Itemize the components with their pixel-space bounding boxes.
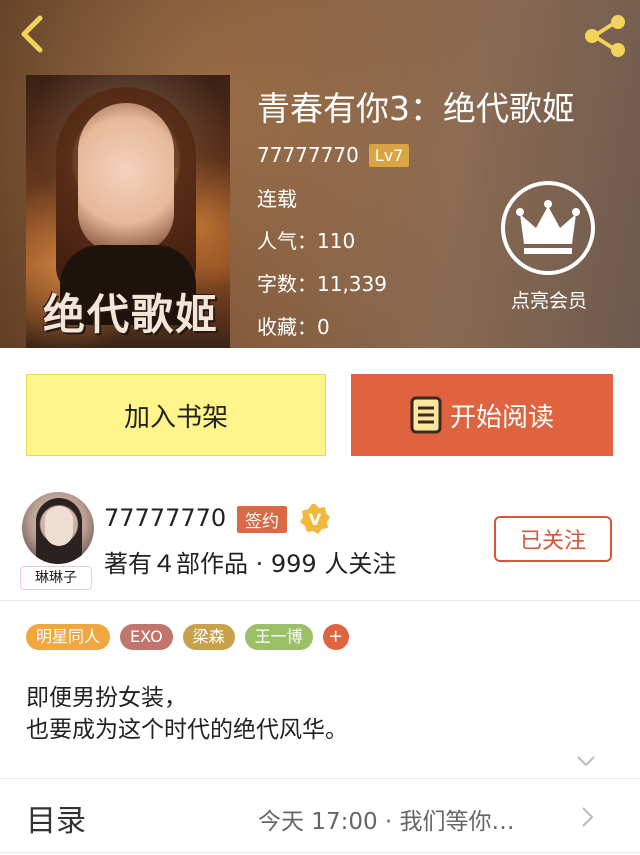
tag-list: 明星同人 EXO 梁森 王一博 + <box>26 624 349 650</box>
expand-chevron-down-icon[interactable] <box>576 754 596 768</box>
cover-title: 绝代歌姬 <box>42 290 219 339</box>
author-row[interactable]: 77777770 Lv7 <box>257 143 410 167</box>
author-avatar[interactable] <box>22 492 94 564</box>
start-reading-label: 开始阅读 <box>449 402 554 433</box>
level-badge: Lv7 <box>368 143 410 167</box>
share-icon <box>585 15 625 57</box>
tag-item[interactable]: 明星同人 <box>26 624 111 650</box>
signed-badge: 签约 <box>237 506 287 533</box>
book-title: 青春有你3：绝代歌姬 <box>257 89 575 128</box>
avatar-tag: 琳琳子 <box>20 566 92 590</box>
toc-label: 目录 <box>26 804 86 839</box>
toc-latest-chapter: 今天 17:00 · 我们等你… <box>258 809 515 835</box>
status-text: 连载 <box>257 187 297 211</box>
book-icon <box>410 396 442 434</box>
tag-item[interactable]: 王一博 <box>244 624 313 650</box>
follow-label: 已关注 <box>519 529 586 554</box>
add-tag-button[interactable]: + <box>322 624 349 650</box>
popularity-text: 人气：110 <box>257 229 356 253</box>
writer-name[interactable]: 77777770 <box>104 504 226 532</box>
back-button[interactable] <box>14 14 54 54</box>
v-badge-text: V <box>309 510 322 529</box>
book-description: 即便男扮女装， 也要成为这个时代的绝代风华。 <box>26 682 348 746</box>
tag-item[interactable]: 梁森 <box>182 624 235 650</box>
favorites-text: 收藏：0 <box>257 315 330 339</box>
vip-label[interactable]: 点亮会员 <box>504 286 594 313</box>
author-name[interactable]: 77777770 <box>257 143 359 167</box>
book-cover[interactable]: 绝代歌姬 <box>26 75 230 348</box>
chevron-right-icon <box>582 807 594 827</box>
share-button[interactable] <box>582 14 628 58</box>
divider <box>0 852 640 853</box>
tag-item[interactable]: EXO <box>120 624 173 650</box>
divider <box>0 778 640 779</box>
add-to-shelf-button[interactable]: 加入书架 <box>26 374 326 456</box>
chevron-left-icon <box>21 15 43 53</box>
word-count-text: 字数：11,339 <box>257 272 387 296</box>
crown-icon <box>501 181 595 275</box>
verified-v-icon: V <box>300 504 330 534</box>
description-line: 即便男扮女装， <box>26 685 187 711</box>
vip-button[interactable] <box>500 180 596 276</box>
book-header: 绝代歌姬 青春有你3：绝代歌姬 77777770 Lv7 连载 人气：110 字… <box>0 0 640 348</box>
follow-button[interactable]: 已关注 <box>494 516 612 562</box>
description-line: 也要成为这个时代的绝代风华。 <box>26 717 348 743</box>
add-to-shelf-label: 加入书架 <box>123 402 228 433</box>
start-reading-button[interactable]: 开始阅读 <box>351 374 613 456</box>
divider <box>0 600 640 601</box>
writer-stats: 著有４部作品 · 999 人关注 <box>104 550 397 578</box>
